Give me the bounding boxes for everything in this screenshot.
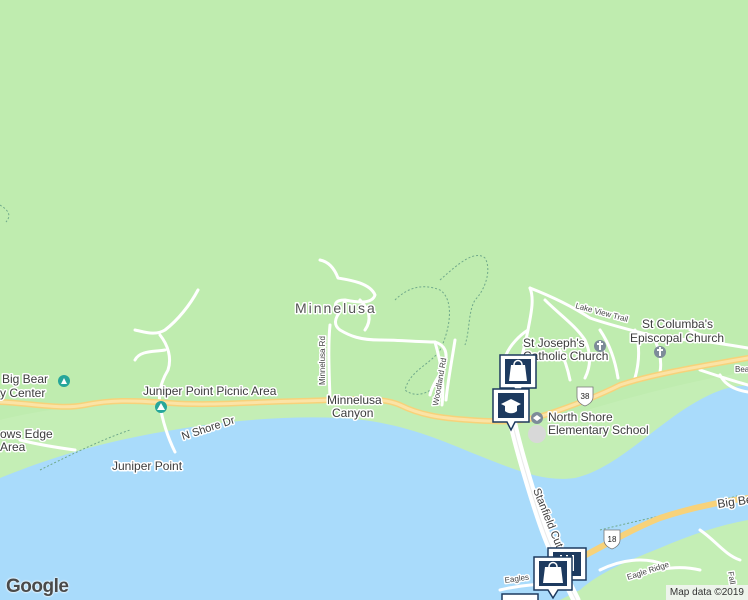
park-icon[interactable] [58,375,70,387]
place-label-ows-edge-2: Area [0,440,26,454]
attribution-text: Map data ©2019 [669,587,744,598]
road-label-bea: Bea [735,365,748,374]
poi-label-big-bear-2: y Center [0,386,45,400]
google-logo-text: Google [6,576,69,597]
map-canvas[interactable]: Minnelusa Lake View Trail St Columba's E… [0,0,748,600]
marker-partial[interactable] [501,593,539,600]
church-icon[interactable] [594,340,606,352]
picnic-icon[interactable] [155,401,167,413]
place-label-minnelusa-canyon-2: Canyon [332,406,373,420]
poi-label-north-shore-1: North Shore [548,410,613,424]
svg-text:18: 18 [608,535,617,544]
poi-label-north-shore-2: Elementary School [548,423,649,437]
poi-label-st-columbas-2: Episcopal Church [630,331,724,345]
road-label-minnelusa-rd: Minnelusa Rd [318,336,327,385]
map-attribution[interactable]: Map data ©2019 [665,585,748,600]
place-label-juniper-point: Juniper Point [112,459,183,473]
poi-label-st-columbas-1: St Columba's [642,317,713,331]
poi-label-juniper-point-picnic: Juniper Point Picnic Area [143,384,277,398]
poi-label-big-bear-1: Big Bear [2,372,48,386]
place-label-minnelusa-canyon-1: Minnelusa [327,393,382,407]
place-label-minnelusa: Minnelusa [295,300,377,316]
google-logo[interactable]: Google [6,576,69,598]
poi-label-st-josephs-1: St Joseph's [523,336,585,350]
church-icon[interactable] [654,346,666,358]
school-icon[interactable] [531,412,543,424]
school-grounds [528,425,546,443]
place-label-ows-edge-1: ows Edge [0,427,53,441]
svg-text:38: 38 [581,392,590,401]
